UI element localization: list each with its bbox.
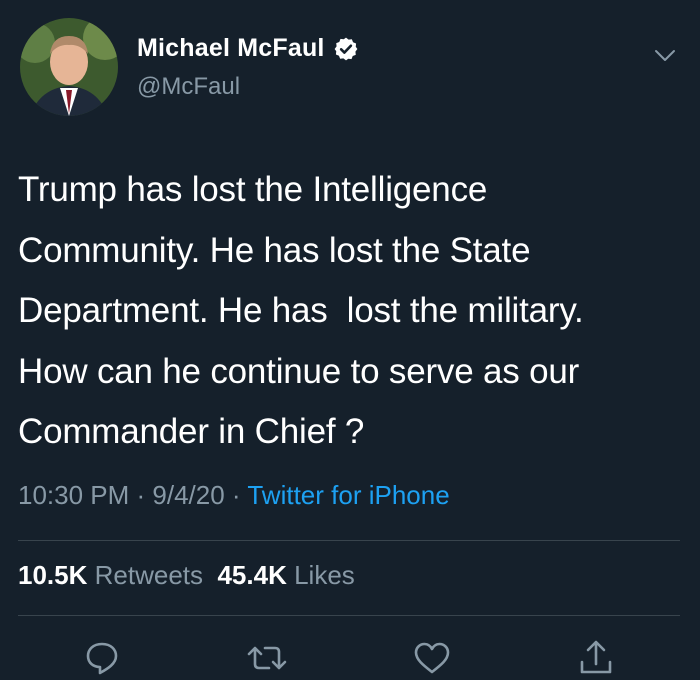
meta-separator: · [129, 480, 153, 510]
tweet-actions [0, 632, 700, 680]
heart-icon [414, 642, 450, 674]
likes-label: Likes [294, 560, 355, 590]
likes-count: 45.4K [217, 560, 287, 590]
likes-stat[interactable]: 45.4K Likes [217, 560, 354, 590]
tweet-stats: 10.5K Retweets 45.4K Likes [18, 560, 355, 591]
meta-separator: · [224, 480, 248, 510]
reply-icon [86, 642, 118, 675]
share-button[interactable] [574, 636, 618, 680]
retweet-icon [247, 646, 287, 670]
avatar-image [20, 18, 118, 116]
divider [18, 540, 680, 541]
tweet-text: Trump has lost the Intelligence Communit… [18, 170, 584, 451]
user-handle[interactable]: @McFaul [137, 73, 240, 101]
retweet-button[interactable] [245, 636, 289, 680]
display-name-row: Michael McFaul [137, 34, 359, 63]
tweet-date[interactable]: 9/4/20 [152, 480, 224, 510]
chevron-down-icon[interactable] [650, 40, 680, 70]
like-button[interactable] [410, 636, 454, 680]
display-name[interactable]: Michael McFaul [137, 34, 325, 63]
retweets-stat[interactable]: 10.5K Retweets [18, 560, 203, 590]
avatar[interactable] [20, 18, 118, 116]
retweets-count: 10.5K [18, 560, 88, 590]
share-icon [580, 640, 612, 674]
reply-button[interactable] [80, 636, 124, 680]
tweet-meta: 10:30 PM · 9/4/20 · Twitter for iPhone [18, 480, 450, 511]
tweet-time[interactable]: 10:30 PM [18, 480, 129, 510]
tweet-card: Michael McFaul @McFaul Trump has lost th… [0, 0, 700, 680]
retweets-label: Retweets [94, 560, 204, 590]
tweet-source-link[interactable]: Twitter for iPhone [247, 480, 449, 510]
divider [18, 615, 680, 616]
verified-badge-icon [333, 36, 359, 62]
